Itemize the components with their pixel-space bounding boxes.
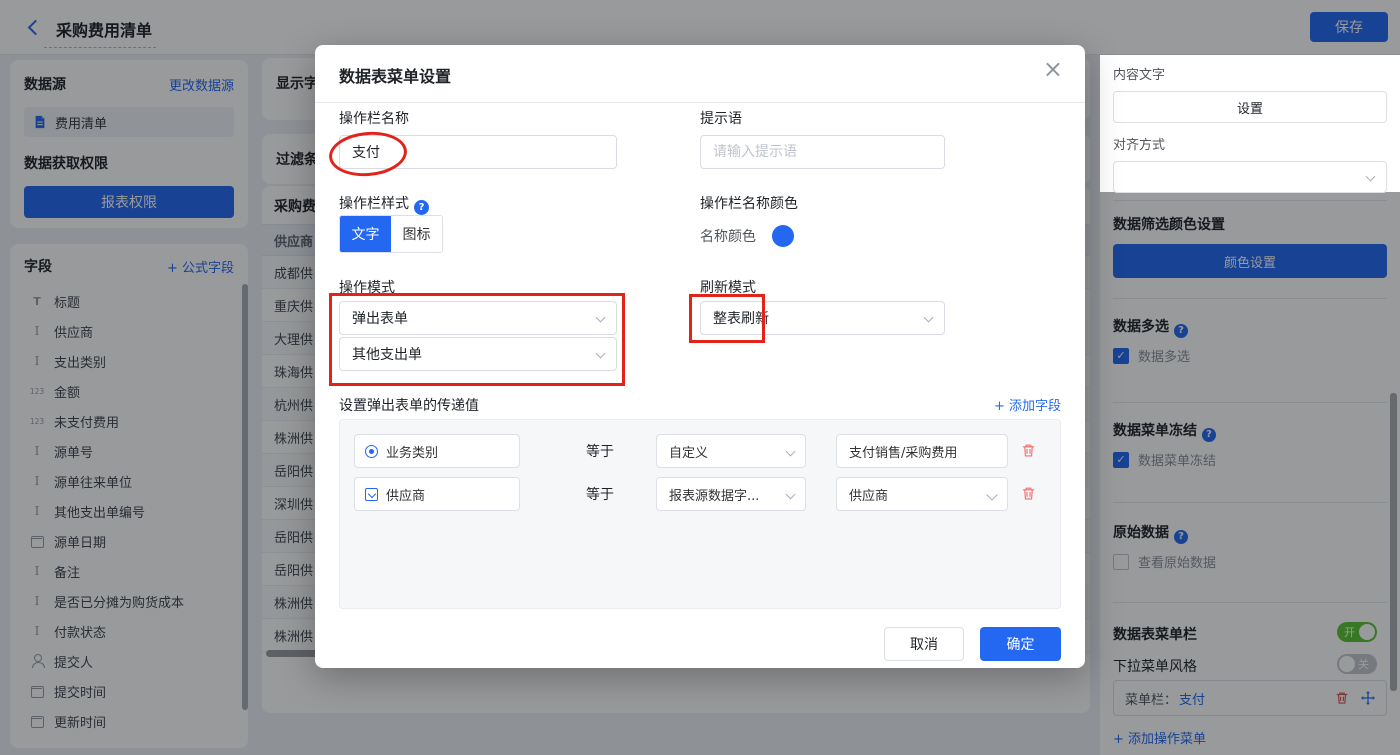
field-chip-label: 业务类别 xyxy=(386,445,439,461)
menu-settings-modal: 数据表菜单设置 × 操作栏名称 提示语 操作栏样式 文字 图标 操作栏名称颜色 … xyxy=(315,45,1085,668)
field-chip[interactable]: 业务类别 xyxy=(354,434,520,468)
add-field-link[interactable]: + 添加字段 xyxy=(994,395,1061,414)
ok-button[interactable]: 确定 xyxy=(980,627,1061,661)
help-icon[interactable] xyxy=(414,200,429,215)
close-icon[interactable]: × xyxy=(1043,57,1063,81)
chevron-down-icon xyxy=(785,489,796,500)
name-color-label: 名称颜色 xyxy=(700,229,756,245)
page: 采购费用清单 保存 数据源 更改数据源 费用清单 数据获取权限 报表权限 字段 … xyxy=(0,0,1400,755)
action-mode-label: 操作模式 xyxy=(339,280,395,296)
value-type-select[interactable]: 报表源数据字... xyxy=(656,477,806,511)
right-sidebar-top: 内容文字 设置 对齐方式 xyxy=(1100,55,1400,193)
transfer-row: 业务类别 等于 自定义 支付销售/采购费用 xyxy=(354,434,1046,468)
align-label: 对齐方式 xyxy=(1113,138,1166,153)
name-color-section-label: 操作栏名称颜色 xyxy=(700,196,798,212)
value-type-select[interactable]: 自定义 xyxy=(656,434,806,468)
transfer-row: 供应商 等于 报表源数据字... 供应商 xyxy=(354,477,1046,511)
refresh-mode-label: 刷新模式 xyxy=(700,280,756,296)
tip-label: 提示语 xyxy=(700,111,742,127)
chevron-down-icon xyxy=(1365,171,1376,182)
style-option-icon[interactable]: 图标 xyxy=(391,216,442,252)
action-form-select[interactable]: 其他支出单 xyxy=(339,337,617,371)
action-mode-select[interactable]: 弹出表单 xyxy=(339,301,617,335)
align-select[interactable] xyxy=(1113,161,1387,193)
action-name-label: 操作栏名称 xyxy=(339,111,409,127)
trash-icon xyxy=(1022,487,1035,500)
transfer-section-label: 设置弹出表单的传递值 xyxy=(339,398,479,414)
content-text-label: 内容文字 xyxy=(1113,68,1166,83)
refresh-mode-select[interactable]: 整表刷新 xyxy=(700,301,945,335)
style-segment: 文字 图标 xyxy=(339,215,443,253)
select-icon xyxy=(365,487,378,501)
delete-row-button[interactable] xyxy=(1021,443,1036,462)
value-select[interactable]: 支付销售/采购费用 xyxy=(836,434,1008,468)
modal-divider xyxy=(315,102,1085,103)
transfer-panel: 业务类别 等于 自定义 支付销售/采购费用 供应商 等于 报表源数据字... 供… xyxy=(339,419,1061,609)
trash-icon xyxy=(1022,444,1035,457)
modal-title: 数据表菜单设置 xyxy=(339,67,452,86)
name-color-row: 名称颜色 xyxy=(700,225,794,247)
chevron-down-icon xyxy=(785,446,796,457)
chevron-down-icon xyxy=(923,312,934,323)
tip-input[interactable] xyxy=(700,135,945,169)
operator-label: 等于 xyxy=(586,444,614,460)
field-chip-label: 供应商 xyxy=(386,488,426,504)
radio-icon xyxy=(365,444,378,458)
settings-button[interactable]: 设置 xyxy=(1113,91,1387,123)
delete-row-button[interactable] xyxy=(1021,486,1036,505)
value-select[interactable]: 供应商 xyxy=(836,477,1008,511)
operator-label: 等于 xyxy=(586,487,614,503)
action-name-input[interactable] xyxy=(339,135,617,169)
style-label: 操作栏样式 xyxy=(339,193,429,215)
style-option-text[interactable]: 文字 xyxy=(340,216,391,252)
field-chip[interactable]: 供应商 xyxy=(354,477,520,511)
chevron-down-icon xyxy=(595,312,606,323)
cancel-button[interactable]: 取消 xyxy=(884,627,964,661)
chevron-down-icon xyxy=(595,348,606,359)
color-swatch[interactable] xyxy=(772,225,794,247)
